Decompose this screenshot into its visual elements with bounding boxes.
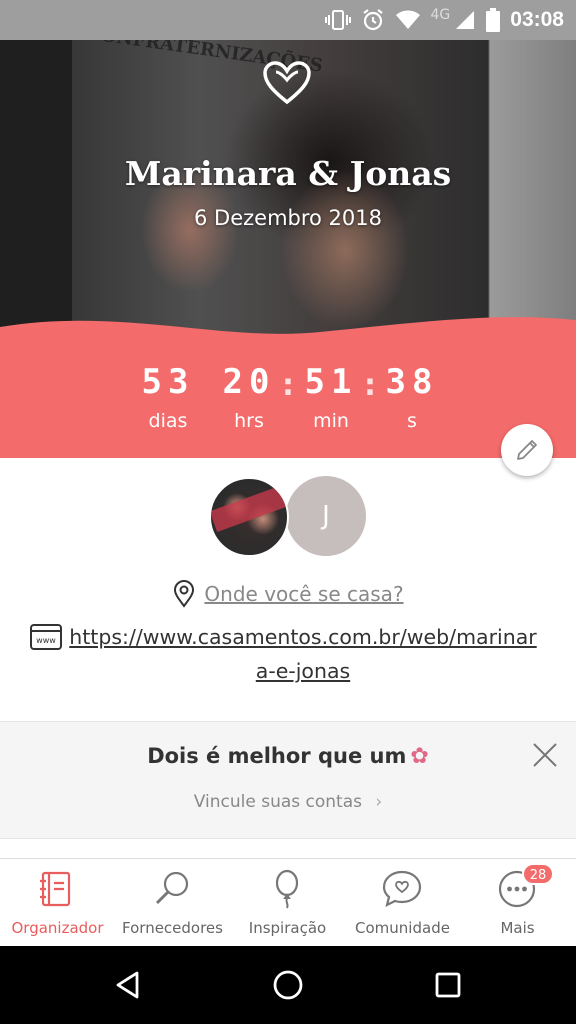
link-accounts-card: Dois é melhor que um ✿ Vincule suas conta… (0, 721, 576, 839)
countdown-timer: 53 dias 20 hrs : 51 min : 38 s (0, 362, 576, 442)
nav-item-organizador[interactable]: Organizador (0, 859, 115, 947)
nav-item-comunidade[interactable]: Comunidade (345, 859, 460, 947)
venue-row[interactable]: Onde você se casa? (0, 578, 576, 610)
countdown-seconds-label: s (407, 410, 417, 432)
countdown-hours-label: hrs (234, 410, 264, 432)
battery-icon (486, 8, 501, 32)
promo-title: Dois é melhor que um ✿ (0, 744, 576, 769)
location-pin-icon (174, 580, 195, 608)
status-bar: 4G 03:08 (0, 0, 576, 40)
couple-name: Marinara & Jonas (124, 154, 452, 193)
vibrate-icon (324, 10, 351, 30)
flowers-icon: ✿ (410, 744, 429, 769)
link-accounts-button[interactable]: Vincule suas contas › (0, 792, 576, 812)
edit-button[interactable] (501, 424, 553, 476)
wedding-date: 6 Dezembro 2018 (194, 206, 382, 230)
wedding-header: CONFRATERNIZAÇÕES Marinara & Jonas 6 Dez… (0, 40, 576, 458)
balloon-icon (275, 869, 299, 909)
countdown-days-label: dias (148, 410, 188, 432)
countdown-minutes: 51 min (296, 362, 366, 432)
recents-button[interactable] (423, 960, 473, 1010)
back-button[interactable] (103, 960, 153, 1010)
nav-label: Mais (500, 919, 535, 937)
nav-label: Organizador (11, 919, 104, 937)
clock: 03:08 (510, 8, 564, 31)
nav-item-mais[interactable]: 28 Mais (460, 859, 575, 947)
nav-label: Comunidade (355, 919, 450, 937)
wifi-icon (395, 10, 420, 29)
countdown-days: 53 dias (133, 362, 203, 432)
countdown-hours-value: 20 (222, 362, 276, 402)
countdown-hours: 20 hrs (214, 362, 284, 432)
home-button[interactable] (263, 960, 313, 1010)
planner-icon (40, 871, 71, 907)
chevron-right-icon: › (375, 792, 383, 812)
website-link[interactable]: https://www.casamentos.com.br/web/marina… (68, 620, 538, 688)
system-navigation-bar (0, 946, 576, 1024)
notification-badge: 28 (522, 863, 554, 885)
pencil-icon (517, 440, 537, 460)
back-icon (116, 971, 139, 999)
partner-avatar[interactable]: J (286, 476, 366, 556)
heart-logo-icon (263, 61, 311, 105)
link-accounts-label: Vincule suas contas (193, 792, 362, 812)
search-icon (155, 871, 189, 905)
website-icon: www (30, 624, 62, 650)
svg-text:www: www (36, 636, 56, 645)
venue-link[interactable]: Onde você se casa? (204, 582, 403, 606)
network-type: 4G (430, 7, 451, 23)
chat-heart-icon (382, 870, 422, 908)
countdown-seconds: 38 s (377, 362, 447, 432)
nav-label: Fornecedores (122, 919, 223, 937)
nav-item-inspiracao[interactable]: Inspiração (230, 859, 345, 947)
countdown-minutes-value: 51 (304, 362, 358, 402)
close-icon[interactable] (528, 738, 562, 772)
status-icons: 4G 03:08 (324, 0, 564, 40)
user-avatar[interactable] (209, 477, 289, 557)
bottom-navigation: Organizador Fornecedores Inspiração Comu… (0, 858, 576, 946)
promo-title-text: Dois é melhor que um (147, 744, 407, 768)
countdown-separator: : (282, 368, 294, 403)
nav-item-fornecedores[interactable]: Fornecedores (115, 859, 230, 947)
countdown-days-value: 53 (141, 362, 195, 402)
recents-icon (435, 972, 461, 998)
nav-label: Inspiração (248, 919, 327, 937)
countdown-seconds-value: 38 (385, 362, 439, 402)
countdown-separator: : (364, 368, 376, 403)
alarm-icon (362, 9, 383, 31)
signal-icon (456, 11, 475, 29)
home-icon (273, 970, 303, 1000)
partner-initial: J (322, 501, 330, 531)
countdown-minutes-label: min (313, 410, 349, 432)
